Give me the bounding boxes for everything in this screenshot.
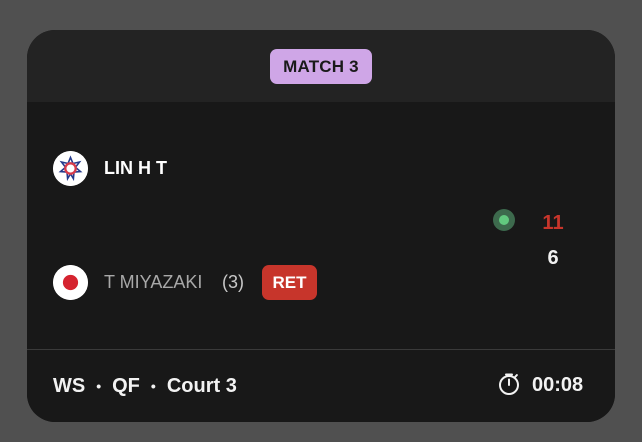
player-one-name: LIN H T	[104, 158, 167, 178]
match-card-header: MATCH 3	[27, 30, 615, 102]
match-score-panel: LIN H T T MIYAZAKI (3) RET 11 6	[27, 102, 615, 350]
match-meta: WS • QF • Court 3	[53, 374, 237, 398]
player-two-name: T MIYAZAKI	[104, 272, 203, 292]
elapsed-time: 00:08	[532, 374, 584, 396]
match-number-badge: MATCH 3	[270, 49, 372, 84]
player-two-seed: (3)	[222, 272, 244, 292]
meta-separator: •	[96, 378, 102, 394]
japan-flag-icon	[53, 265, 88, 300]
meta-separator: •	[150, 378, 156, 394]
chinese-taipei-flag-icon	[53, 151, 88, 186]
player-two-score: 6	[547, 247, 559, 269]
event-code: WS	[53, 375, 86, 397]
match-card: MATCH 3 LIN H T T MIYAZAKI (3) RET 11 6	[27, 30, 615, 422]
stopwatch-icon	[497, 372, 521, 396]
serve-indicator-icon	[493, 209, 515, 231]
round-code: QF	[112, 375, 140, 397]
match-details-footer: WS • QF • Court 3 00:08	[27, 350, 615, 422]
player-one-score: 11	[542, 212, 564, 234]
court-label: Court 3	[166, 375, 237, 397]
retired-status-badge: RET	[262, 265, 317, 300]
